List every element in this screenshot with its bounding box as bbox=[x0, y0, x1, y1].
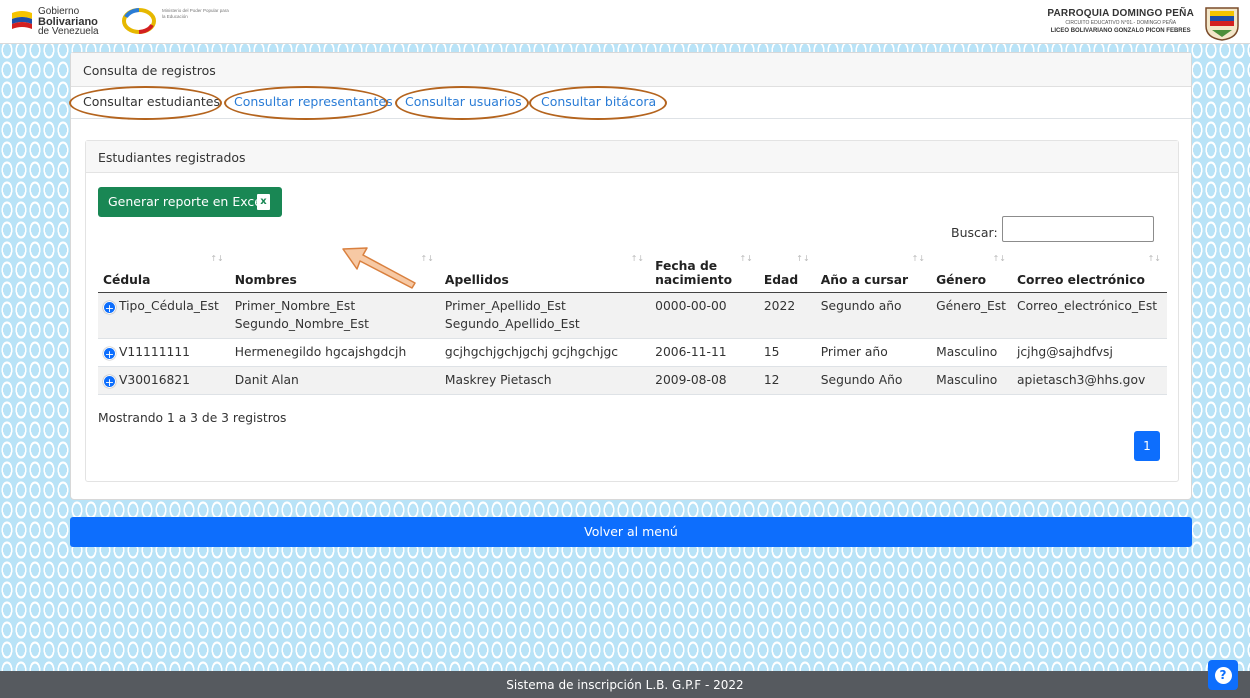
ministry-text: Ministerio del Poder Popular para la Edu… bbox=[162, 8, 229, 19]
table-cell: Género_Est bbox=[931, 292, 1012, 339]
table-cell: Segundo Año bbox=[815, 366, 932, 395]
tab-consultar-bitacora[interactable]: Consultar bitácora bbox=[541, 94, 656, 109]
column-ano-cursar[interactable]: Año a cursar ↑↓ bbox=[815, 246, 932, 293]
table-cell: 2006-11-11 bbox=[650, 338, 759, 367]
records-card: Consulta de registros Consultar estudian… bbox=[69, 52, 1192, 500]
excel-report-button[interactable]: Generar reporte en Excel x bbox=[98, 187, 282, 217]
sort-icon: ↑↓ bbox=[992, 254, 1006, 263]
table-row: + Tipo_Cédula_Est Primer_Nombre_Est Segun… bbox=[98, 292, 1167, 339]
tab-consultar-usuarios[interactable]: Consultar usuarios bbox=[405, 94, 522, 109]
table-cell: Primer año bbox=[815, 338, 932, 367]
annotation-arrow-icon bbox=[342, 247, 416, 289]
sort-icon: ↑↓ bbox=[210, 254, 224, 263]
sort-icon: ↑↓ bbox=[420, 254, 434, 263]
sort-icon: ↑↓ bbox=[796, 254, 810, 263]
students-panel-title: Estudiantes registrados bbox=[86, 141, 1178, 173]
table-cell: Danit Alan bbox=[229, 366, 440, 395]
column-genero[interactable]: Género ↑↓ bbox=[931, 246, 1012, 293]
table-cell: Primer_Apellido_Est Segundo_Apellido_Est bbox=[439, 292, 651, 339]
card-title: Consulta de registros bbox=[71, 53, 1191, 87]
table-cell: 15 bbox=[758, 338, 816, 367]
table-cell: + Tipo_Cédula_Est bbox=[98, 292, 230, 339]
table-cell: 0000-00-00 bbox=[650, 292, 759, 339]
school-name: PARROQUIA DOMINGO PEÑA CIRCUITO EDUCATIV… bbox=[1047, 8, 1194, 34]
sort-icon: ↑↓ bbox=[630, 254, 645, 263]
table-cell: jcjhg@sajhdfvsj bbox=[1012, 338, 1167, 367]
table-row: + V30016821 Danit Alan Maskrey Pietasch 2… bbox=[98, 366, 1167, 395]
table-cell: Correo_electrónico_Est bbox=[1012, 292, 1167, 339]
table-cell: 2009-08-08 bbox=[650, 366, 759, 395]
sort-icon: ↑↓ bbox=[911, 254, 926, 263]
venezuela-flag-icon bbox=[12, 11, 32, 29]
column-cedula[interactable]: Cédula ↑↓ bbox=[98, 246, 230, 293]
table-cell: 12 bbox=[758, 366, 816, 395]
table-info: Mostrando 1 a 3 de 3 registros bbox=[98, 411, 287, 425]
school-crest-icon bbox=[1205, 7, 1239, 41]
table-cell: + V11111111 bbox=[98, 338, 230, 367]
table-cell: Segundo año bbox=[815, 292, 932, 339]
ministry-logo-icon bbox=[122, 8, 156, 34]
table-cell: Hermenegildo hgcajshgdcjh bbox=[229, 338, 440, 367]
table-cell: Masculino bbox=[931, 338, 1012, 367]
help-button[interactable]: ? bbox=[1208, 660, 1238, 690]
footer: Sistema de inscripción L.B. G.P.F - 2022 bbox=[0, 671, 1250, 698]
column-correo[interactable]: Correo electrónico ↑↓ bbox=[1012, 246, 1167, 293]
table-cell: Primer_Nombre_Est Segundo_Nombre_Est bbox=[229, 292, 440, 339]
table-cell: Maskrey Pietasch bbox=[439, 366, 651, 395]
government-logo-text: Gobierno Bolivariano de Venezuela bbox=[38, 6, 99, 37]
table-cell: apietasch3@hhs.gov bbox=[1012, 366, 1167, 395]
excel-file-icon: x bbox=[257, 194, 270, 210]
tab-bar: Consultar estudiantes Consultar represen… bbox=[69, 86, 1191, 120]
column-edad[interactable]: Edad ↑↓ bbox=[758, 246, 816, 293]
column-fecha-nacimiento[interactable]: Fecha de nacimiento ↑↓ bbox=[650, 246, 759, 293]
table-cell: 2022 bbox=[758, 292, 816, 339]
back-to-menu-button[interactable]: Volver al menú bbox=[70, 517, 1192, 547]
pagination-page-button[interactable]: 1 bbox=[1134, 431, 1160, 461]
expand-row-icon[interactable]: + bbox=[103, 300, 116, 315]
tab-consultar-representantes[interactable]: Consultar representantes bbox=[234, 94, 393, 109]
help-icon: ? bbox=[1214, 667, 1232, 684]
expand-row-icon[interactable]: + bbox=[103, 346, 116, 361]
sort-icon: ↑↓ bbox=[1147, 254, 1161, 263]
students-panel: Estudiantes registrados Generar reporte … bbox=[85, 140, 1179, 482]
expand-row-icon[interactable]: + bbox=[103, 374, 116, 389]
top-header: Gobierno Bolivariano de Venezuela Minist… bbox=[0, 0, 1250, 44]
table-cell: + V30016821 bbox=[98, 366, 230, 395]
excel-report-label: Generar reporte en Excel bbox=[108, 194, 266, 209]
sort-icon: ↑↓ bbox=[739, 254, 753, 263]
table-header-row: Cédula ↑↓ Nombres ↑↓ Apellidos ↑↓ Fecha de … bbox=[98, 246, 1167, 293]
search-input[interactable] bbox=[1002, 216, 1154, 242]
tab-consultar-estudiantes[interactable]: Consultar estudiantes bbox=[83, 94, 220, 109]
table-row: + V11111111 Hermenegildo hgcajshgdcjh gcj… bbox=[98, 338, 1167, 367]
table-cell: gcjhgchjgchjgchj gcjhgchjgc bbox=[439, 338, 651, 367]
search-label: Buscar: bbox=[951, 225, 998, 240]
table-cell: Masculino bbox=[931, 366, 1012, 395]
students-table: Cédula ↑↓ Nombres ↑↓ Apellidos ↑↓ Fecha de … bbox=[98, 246, 1167, 395]
column-apellidos[interactable]: Apellidos ↑↓ bbox=[439, 246, 651, 293]
